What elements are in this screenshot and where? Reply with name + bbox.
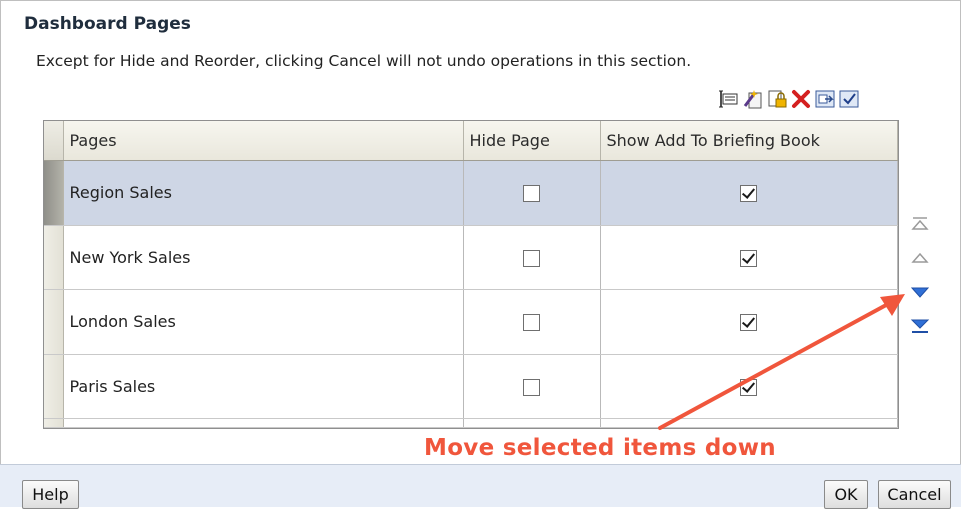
page-name: Region Sales — [63, 160, 464, 226]
column-header-pages[interactable]: Pages — [63, 121, 464, 161]
move-up-icon[interactable] — [906, 246, 934, 270]
annotation-text: Move selected items down — [424, 435, 776, 461]
toolbar — [718, 86, 860, 112]
permissions-icon[interactable] — [766, 88, 788, 110]
column-header-show-briefing-book[interactable]: Show Add To Briefing Book — [600, 121, 898, 161]
show-briefing-book-checkbox[interactable] — [739, 249, 757, 267]
show-briefing-book-checkbox[interactable] — [739, 185, 757, 203]
hide-page-checkbox[interactable] — [522, 185, 540, 203]
hide-page-checkbox[interactable] — [522, 314, 540, 332]
table-row[interactable]: London Sales — [44, 289, 898, 355]
hide-page-checkbox[interactable] — [522, 378, 540, 396]
page-properties-icon[interactable] — [718, 88, 740, 110]
select-all-icon[interactable] — [838, 88, 860, 110]
help-button[interactable]: Help — [22, 480, 79, 509]
hide-page-checkbox[interactable] — [522, 249, 540, 267]
page-name: London Sales — [63, 289, 464, 355]
row-selector[interactable] — [44, 354, 64, 420]
row-selector[interactable] — [44, 225, 64, 291]
wizard-icon[interactable] — [742, 88, 764, 110]
row-selector — [44, 418, 64, 428]
empty-table-row — [44, 418, 898, 428]
move-to-bottom-icon[interactable] — [906, 314, 934, 338]
page-name: Paris Sales — [63, 354, 464, 420]
move-page-icon[interactable] — [814, 88, 836, 110]
table-row[interactable]: Paris Sales — [44, 354, 898, 420]
select-column-header — [44, 121, 64, 161]
show-briefing-book-checkbox[interactable] — [739, 314, 757, 332]
move-down-icon[interactable] — [906, 280, 934, 304]
page-name: New York Sales — [63, 225, 464, 291]
show-briefing-book-checkbox[interactable] — [739, 378, 757, 396]
row-selector[interactable] — [44, 160, 64, 226]
table-row[interactable]: Region Sales — [44, 160, 898, 226]
pages-table: Pages Hide Page Show Add To Briefing Boo… — [43, 120, 899, 429]
column-header-hide-page[interactable]: Hide Page — [463, 121, 601, 161]
ok-button[interactable]: OK — [824, 480, 868, 509]
dialog-description: Except for Hide and Reorder, clicking Ca… — [36, 52, 692, 70]
row-selector[interactable] — [44, 289, 64, 355]
table-header: Pages Hide Page Show Add To Briefing Boo… — [44, 121, 898, 161]
delete-icon[interactable] — [790, 88, 812, 110]
table-row[interactable]: New York Sales — [44, 225, 898, 291]
dialog-title: Dashboard Pages — [24, 14, 191, 34]
move-to-top-icon[interactable] — [906, 212, 934, 236]
cancel-button[interactable]: Cancel — [878, 480, 951, 509]
dialog-footer: Help OK Cancel — [0, 464, 961, 509]
